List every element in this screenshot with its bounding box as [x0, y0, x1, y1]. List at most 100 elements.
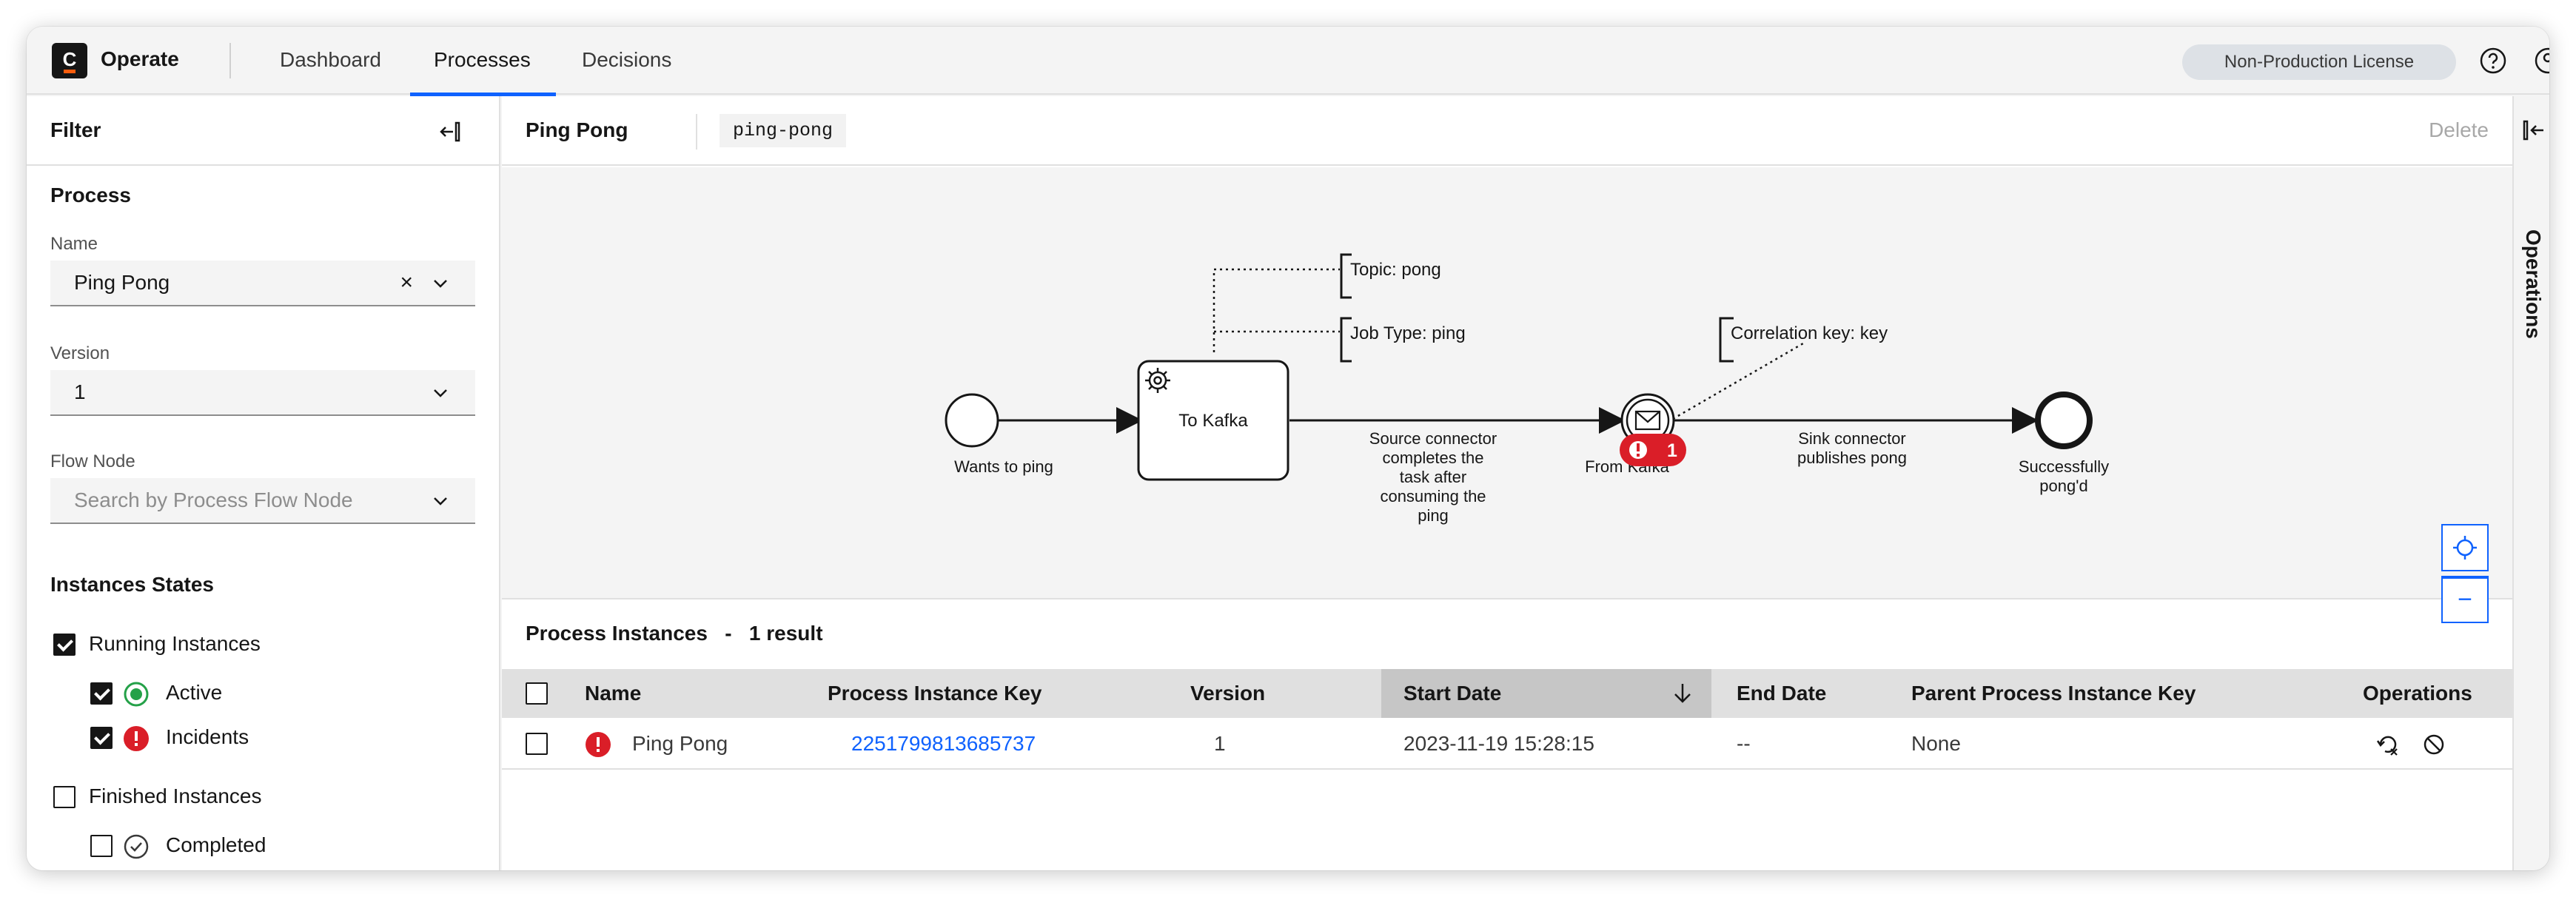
delete-button[interactable]: Delete — [2429, 118, 2489, 142]
filter-panel: Filter Process Name Ping Pong × Version … — [27, 96, 500, 870]
column-operations: Operations — [2363, 682, 2472, 705]
nav-dashboard[interactable]: Dashboard — [280, 27, 381, 95]
topic-text: Topic: pong — [1350, 260, 1441, 280]
collapse-panel-icon[interactable] — [437, 117, 466, 147]
incident-icon — [124, 726, 149, 751]
row-end-date: -- — [1737, 732, 1751, 755]
flow-node-label: Flow Node — [50, 451, 135, 471]
reset-zoom-button[interactable] — [2441, 524, 2489, 571]
chevron-down-icon[interactable] — [432, 385, 449, 401]
completed-checkbox[interactable] — [90, 835, 113, 857]
row-parent-key: None — [1911, 732, 1961, 755]
from-kafka-event[interactable]: From Kafka 1 — [1585, 393, 1686, 476]
version-value: 1 — [74, 380, 86, 403]
active-label: Active — [166, 681, 223, 704]
operate-window: C Operate Dashboard Processes Decisions … — [27, 27, 2549, 870]
row-name: Ping Pong — [632, 732, 728, 755]
name-label: Name — [50, 234, 98, 254]
svg-text:Source connector: Source connector — [1369, 429, 1497, 448]
operations-panel-collapsed[interactable]: Operations — [2512, 96, 2549, 870]
column-name[interactable]: Name — [585, 669, 641, 718]
start-date-header-label: Start Date — [1403, 682, 1502, 705]
start-event-label: Wants to ping — [954, 457, 1053, 476]
bpmn-canvas: Topic: pong Job Type: ping Correlation k… — [945, 253, 2109, 525]
svg-text:consuming the: consuming the — [1380, 487, 1486, 505]
nav-processes[interactable]: Processes — [410, 27, 556, 96]
incidents-checkbox[interactable] — [90, 727, 113, 749]
column-version[interactable]: Version — [1190, 669, 1265, 718]
top-header: C Operate Dashboard Processes Decisions … — [27, 27, 2549, 96]
running-instances-checkbox[interactable] — [53, 634, 76, 656]
name-value: Ping Pong — [74, 271, 170, 294]
table-row[interactable]: Ping Pong 2251799813685737 1 2023-11-19 … — [502, 718, 2512, 770]
sink-connector-label: Sink connector publishes pong — [1797, 429, 1907, 467]
flow-node-select[interactable]: Search by Process Flow Node — [50, 478, 475, 524]
svg-text:Sink connector: Sink connector — [1798, 429, 1906, 448]
operations-panel-label: Operations — [2522, 229, 2545, 339]
filter-title: Filter — [50, 118, 101, 141]
svg-text:ping: ping — [1418, 506, 1449, 525]
process-instances-panel: Process Instances - 1 result Name Proces… — [502, 599, 2512, 870]
flow-node-placeholder: Search by Process Flow Node — [74, 488, 353, 511]
retry-icon[interactable] — [2375, 731, 2401, 758]
bpmn-diagram[interactable]: Topic: pong Job Type: ping Correlation k… — [502, 167, 2512, 623]
chevron-down-icon[interactable] — [432, 275, 449, 292]
camunda-logo[interactable]: C — [52, 43, 87, 78]
job-type-annotation[interactable]: Job Type: ping — [1214, 317, 1466, 363]
finished-instances-label: Finished Instances — [89, 785, 262, 807]
process-header: Ping Pong ping-pong Delete — [502, 96, 2512, 166]
header-divider — [696, 114, 697, 150]
start-event[interactable]: Wants to ping — [945, 393, 1053, 476]
process-section-title: Process — [50, 184, 131, 206]
expand-panel-icon[interactable] — [2521, 115, 2546, 145]
version-label: Version — [50, 343, 110, 363]
cancel-icon[interactable] — [2421, 731, 2447, 758]
nav-decisions[interactable]: Decisions — [582, 27, 671, 95]
process-title: Ping Pong — [526, 118, 628, 141]
incident-icon — [586, 732, 611, 757]
clear-icon[interactable]: × — [400, 261, 413, 305]
help-icon[interactable] — [2478, 46, 2508, 75]
job-type-text: Job Type: ping — [1350, 323, 1466, 343]
version-select[interactable]: 1 — [50, 370, 475, 416]
user-icon[interactable] — [2533, 46, 2549, 75]
end-event-label-2: pong'd — [2039, 477, 2087, 495]
finished-instances-checkbox[interactable] — [53, 786, 76, 808]
main-content: Ping Pong ping-pong Delete Topic: pong J… — [502, 96, 2512, 870]
svg-text:completes the: completes the — [1383, 448, 1484, 467]
row-instance-key-link[interactable]: 2251799813685737 — [851, 718, 1036, 770]
table-header: Name Process Instance Key Version Start … — [502, 669, 2512, 718]
end-event-label-1: Successfully — [2019, 457, 2109, 476]
license-badge[interactable]: Non-Production License — [2182, 44, 2456, 80]
incident-count-badge[interactable]: 1 — [1620, 434, 1686, 466]
end-event[interactable]: Successfully pong'd — [2019, 392, 2109, 495]
active-checkbox[interactable] — [90, 682, 113, 705]
correlation-annotation[interactable]: Correlation key: key — [1672, 317, 1888, 420]
column-start-date[interactable]: Start Date — [1381, 669, 1711, 718]
instances-title: Process Instances - 1 result — [526, 622, 823, 645]
to-kafka-task[interactable]: To Kafka — [1137, 360, 1289, 481]
svg-text:task after: task after — [1400, 468, 1466, 486]
task-label: To Kafka — [1178, 411, 1248, 431]
filter-header: Filter — [27, 96, 499, 166]
chevron-down-icon[interactable] — [432, 493, 449, 509]
correlation-text: Correlation key: key — [1731, 323, 1888, 343]
column-instance-key[interactable]: Process Instance Key — [828, 669, 1042, 718]
column-end-date[interactable]: End Date — [1737, 669, 1826, 718]
zoom-out-button[interactable]: − — [2441, 577, 2489, 623]
svg-text:publishes pong: publishes pong — [1797, 448, 1907, 467]
select-all-checkbox[interactable] — [526, 682, 548, 705]
active-status-icon — [124, 682, 149, 707]
running-instances-label: Running Instances — [89, 632, 261, 655]
envelope-icon — [1634, 410, 1661, 431]
app-name[interactable]: Operate — [101, 47, 179, 71]
process-id-tag: ping-pong — [720, 114, 847, 147]
name-combobox[interactable]: Ping Pong × — [50, 261, 475, 306]
sort-descending-icon[interactable] — [1670, 681, 1695, 706]
source-connector-label: Source connector completes the task afte… — [1369, 429, 1497, 525]
instance-states-title: Instances States — [50, 573, 214, 596]
column-parent-key[interactable]: Parent Process Instance Key — [1911, 669, 2196, 718]
row-checkbox[interactable] — [526, 733, 548, 755]
completed-label: Completed — [166, 833, 266, 856]
incidents-label: Incidents — [166, 725, 249, 748]
